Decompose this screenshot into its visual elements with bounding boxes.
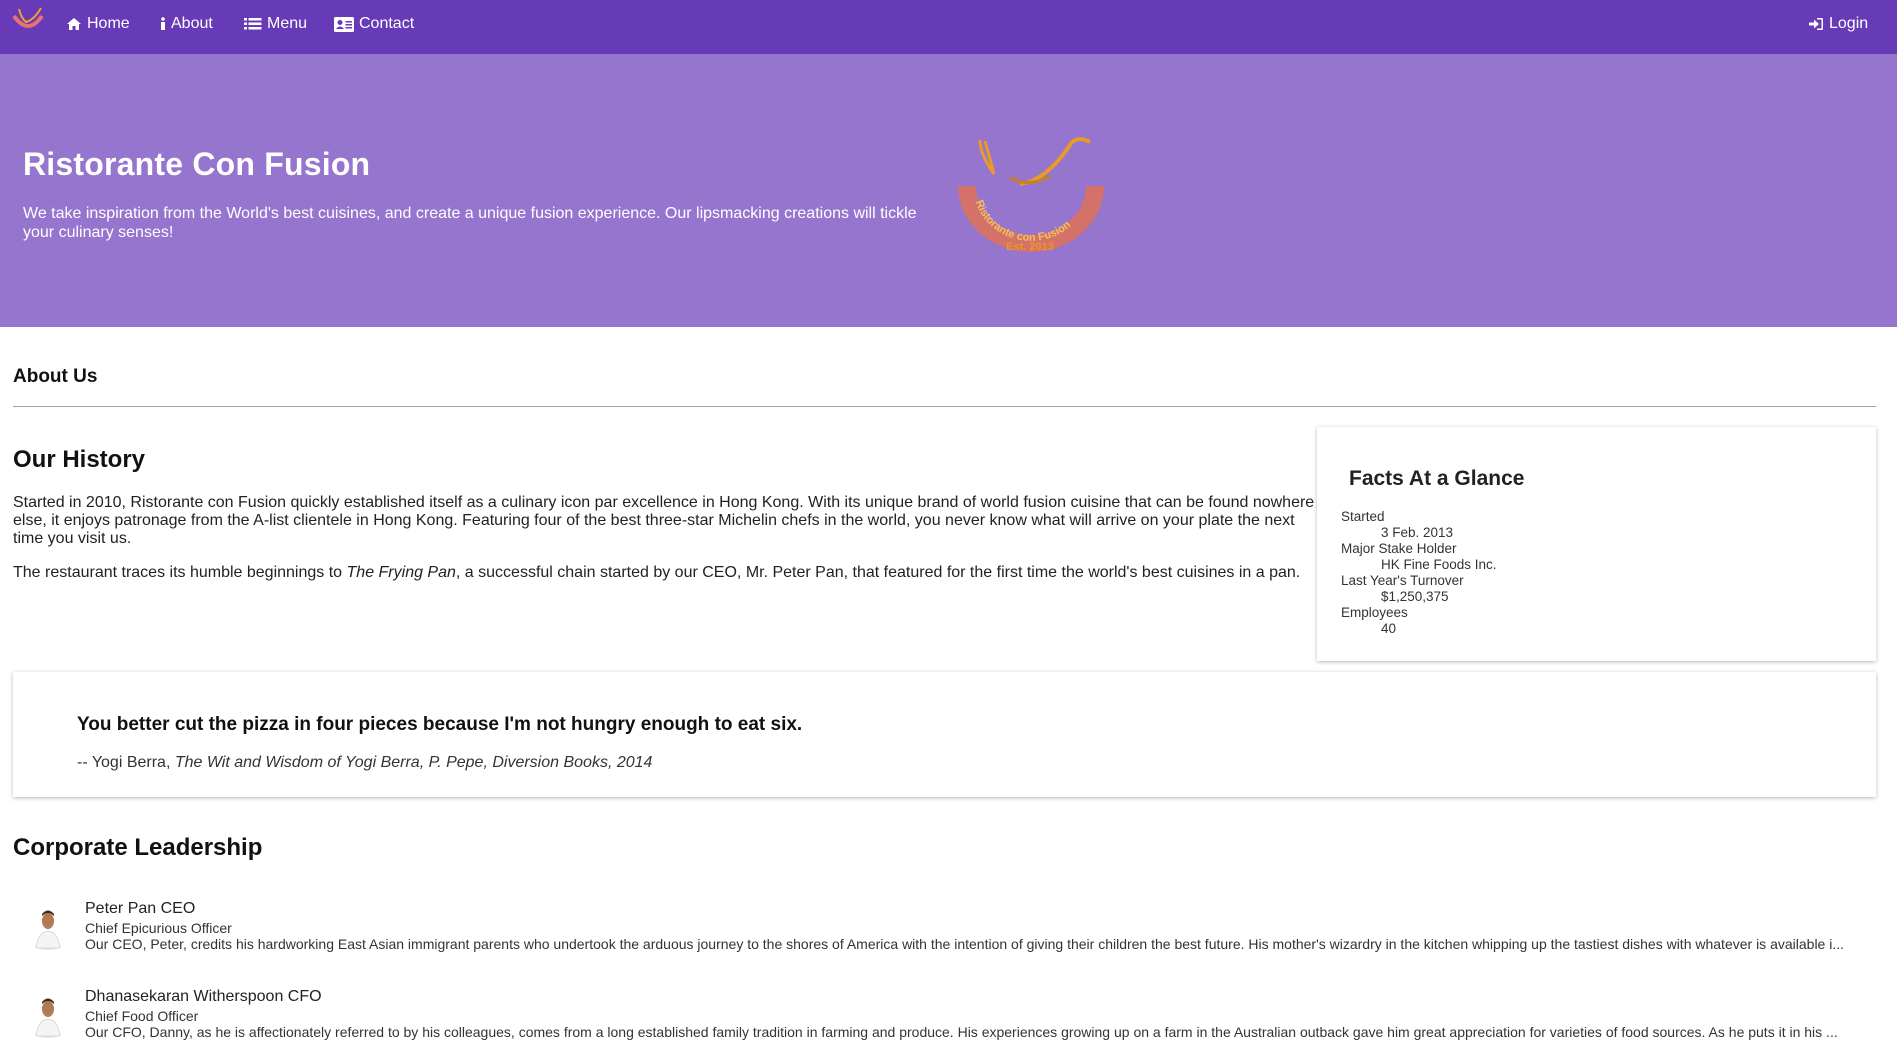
quote-author: -- Yogi Berra,: [77, 754, 175, 771]
leader-name: Dhanasekaran Witherspoon CFO: [85, 988, 322, 1005]
nav-menu-label: Menu: [267, 15, 308, 32]
page-title: About Us: [13, 366, 98, 387]
history-heading: Our History: [13, 446, 146, 473]
leader-name: Peter Pan CEO: [85, 900, 196, 917]
leader-role: Chief Epicurious Officer: [85, 920, 232, 936]
home-icon: [67, 18, 81, 30]
fact-value-employees: 40: [1381, 621, 1397, 636]
jumbotron: Ristorante Con Fusion We take inspiratio…: [0, 54, 1897, 327]
facts-title: Facts At a Glance: [1349, 467, 1525, 490]
quote-footer: -- Yogi Berra, The Wit and Wisdom of Yog…: [77, 754, 652, 772]
quote-text: You better cut the pizza in four pieces …: [77, 714, 803, 735]
quote-card: You better cut the pizza in four pieces …: [13, 672, 1876, 797]
list-icon: [244, 18, 262, 30]
history-p2-before: The restaurant traces its humble beginni…: [13, 564, 347, 581]
navbar: Home About Menu Contact Login: [0, 0, 1897, 54]
fact-term-employees: Employees: [1341, 605, 1408, 620]
history-p2-emphasis: The Frying Pan: [346, 564, 456, 581]
leader-role: Chief Food Officer: [85, 1008, 199, 1024]
fact-value-stakeholder: HK Fine Foods Inc.: [1381, 557, 1497, 572]
avatar: [35, 910, 61, 950]
history-paragraph-2: The restaurant traces its humble beginni…: [13, 564, 1318, 582]
avatar: [35, 998, 61, 1038]
nav-home-label: Home: [87, 15, 130, 32]
nav-home[interactable]: Home: [66, 14, 130, 34]
jumbotron-text: We take inspiration from the World's bes…: [23, 205, 917, 241]
divider: [13, 406, 1876, 407]
login-button[interactable]: Login: [1808, 14, 1868, 34]
login-label: Login: [1829, 15, 1869, 32]
fact-value-started: 3 Feb. 2013: [1381, 525, 1454, 540]
info-icon: [161, 17, 165, 30]
brand-logo-icon[interactable]: [8, 4, 48, 38]
leader-description: Our CEO, Peter, credits his hardworking …: [85, 936, 1845, 952]
fact-term-stakeholder: Major Stake Holder: [1341, 541, 1457, 556]
leader-description: Our CFO, Danny, as he is affectionately …: [85, 1024, 1838, 1040]
sign-in-icon: [1809, 18, 1823, 30]
facts-list: Started 3 Feb. 2013 Major Stake Holder H…: [1341, 509, 1497, 637]
leader-item: Peter Pan CEO Chief Epicurious Officer O…: [30, 900, 1880, 970]
leadership-heading: Corporate Leadership: [13, 834, 263, 861]
nav-about-label: About: [171, 15, 213, 32]
restaurant-logo: Ristorante con Fusion Est. 2013: [958, 137, 1104, 253]
quote-source: The Wit and Wisdom of Yogi Berra, P. Pep…: [174, 754, 653, 771]
jumbotron-title: Ristorante Con Fusion: [23, 146, 371, 182]
history-p2-after: , a successful chain started by our CEO,…: [455, 564, 1301, 581]
fact-term-turnover: Last Year's Turnover: [1341, 573, 1464, 588]
fact-value-turnover: $1,250,375: [1381, 589, 1449, 604]
logo-est: Est. 2013: [1006, 241, 1054, 253]
facts-card: Facts At a Glance Started 3 Feb. 2013 Ma…: [1317, 427, 1876, 661]
leader-item: Dhanasekaran Witherspoon CFO Chief Food …: [30, 988, 1880, 1058]
history-paragraph-1: Started in 2010, Ristorante con Fusion q…: [13, 494, 1315, 547]
fact-term-started: Started: [1341, 509, 1385, 524]
nav-contact-label: Contact: [359, 15, 415, 32]
nav-contact[interactable]: Contact: [334, 14, 414, 34]
nav-menu[interactable]: Menu: [244, 14, 307, 34]
address-card-icon: [334, 16, 354, 32]
nav-about[interactable]: About: [160, 14, 213, 34]
